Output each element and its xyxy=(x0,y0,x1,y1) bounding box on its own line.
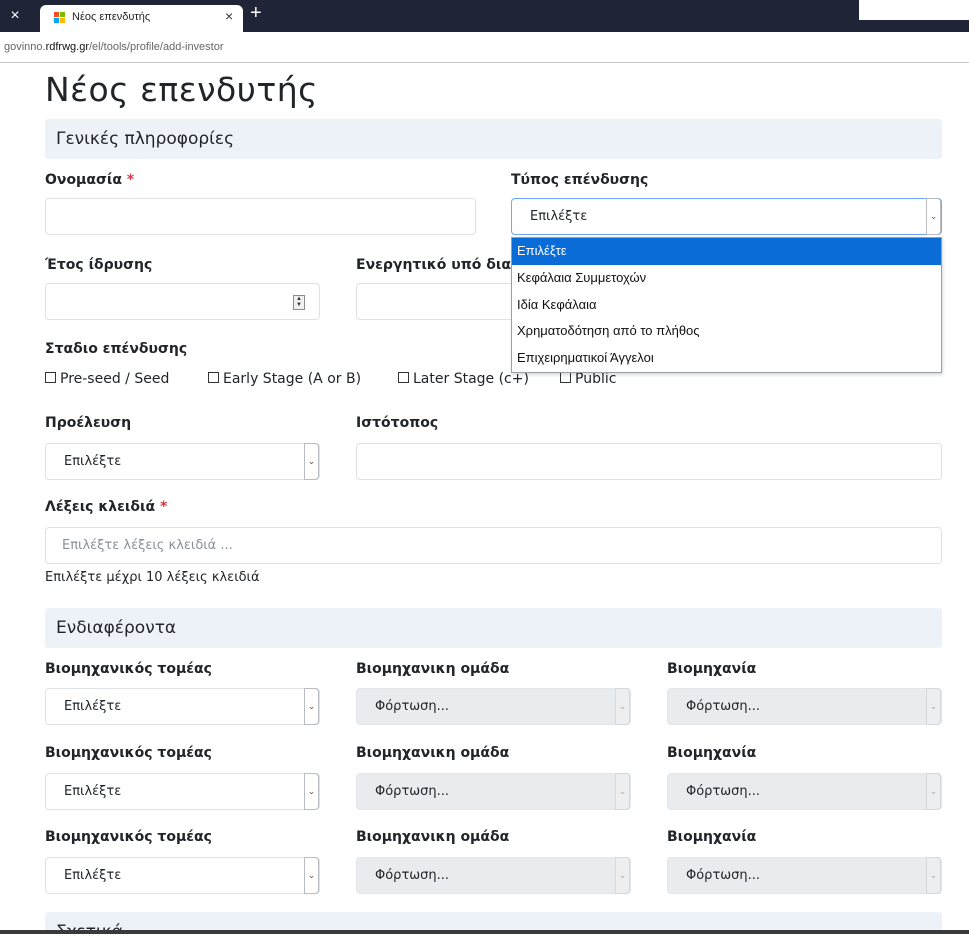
group-value: Φόρτωση... xyxy=(375,868,450,883)
group-label: Βιομηχανικη ομάδα xyxy=(356,829,510,845)
tab-title: Νέος επενδυτής xyxy=(72,11,151,23)
investment-type-value: Επιλέξτε xyxy=(530,209,588,224)
required-mark: * xyxy=(159,499,168,515)
group-label: Βιομηχανικη ομάδα xyxy=(356,661,510,677)
dropdown-option[interactable]: Χρηματοδότηση από το πλήθος xyxy=(512,318,941,345)
group-select[interactable]: Φόρτωση... ⌄ xyxy=(356,857,631,894)
website-label: Ιστότοπος xyxy=(356,415,439,431)
investment-type-select[interactable]: Επιλέξτε ⌄ xyxy=(511,198,942,235)
section-title: Ενδιαφέροντα xyxy=(56,618,177,638)
assets-input[interactable] xyxy=(356,283,516,320)
chevron-down-icon[interactable]: ⌄ xyxy=(304,857,319,894)
section-title: Γενικές πληροφορίες xyxy=(56,129,235,149)
industry-select[interactable]: Φόρτωση... ⌄ xyxy=(667,857,942,894)
keywords-label: Λέξεις κλειδιά * xyxy=(45,499,168,515)
assets-label: Ενεργητικό υπό διαχ xyxy=(356,257,520,273)
chevron-down-icon: ⌄ xyxy=(615,688,630,725)
stage-checkbox-public[interactable]: Public xyxy=(560,371,616,387)
origin-label: Προέλευση xyxy=(45,415,132,431)
stage-checkbox-later[interactable]: Later Stage (c+) xyxy=(398,371,529,387)
tab-close-icon[interactable]: × xyxy=(225,8,233,24)
address-bar[interactable]: govinno.rdfrwg.gr/el/tools/profile/add-i… xyxy=(0,32,969,63)
keywords-input[interactable]: Επιλέξτε λέξεις κλειδιά ... xyxy=(45,527,942,564)
chevron-down-icon[interactable]: ⌄ xyxy=(304,773,319,810)
industry-label: Βιομηχανία xyxy=(667,745,757,761)
industry-value: Φόρτωση... xyxy=(686,699,761,714)
chevron-down-icon: ⌄ xyxy=(615,857,630,894)
url-text[interactable]: govinno.rdfrwg.gr/el/tools/profile/add-i… xyxy=(4,41,224,53)
group-select[interactable]: Φόρτωση... ⌄ xyxy=(356,773,631,810)
stage-checkbox-early[interactable]: Early Stage (A or B) xyxy=(208,371,361,387)
group-value: Φόρτωση... xyxy=(375,699,450,714)
group-select[interactable]: Φόρτωση... ⌄ xyxy=(356,688,631,725)
keywords-placeholder: Επιλέξτε λέξεις κλειδιά ... xyxy=(62,538,233,553)
window-decoration xyxy=(859,0,969,20)
browser-tab-bar: × Νέος επενδυτής × + xyxy=(0,0,969,32)
site-favicon-icon xyxy=(54,12,66,24)
dropdown-option[interactable]: Επιχειρηματικοί Άγγελοι xyxy=(512,345,941,372)
sector-value: Επιλέξτε xyxy=(64,699,122,714)
section-general-info: Γενικές πληροφορίες xyxy=(45,119,942,159)
chevron-down-icon[interactable]: ⌄ xyxy=(304,688,319,725)
founding-year-input[interactable]: ▲ ▼ xyxy=(45,283,320,320)
industry-label: Βιομηχανία xyxy=(667,661,757,677)
group-value: Φόρτωση... xyxy=(375,784,450,799)
industry-select[interactable]: Φόρτωση... ⌄ xyxy=(667,773,942,810)
number-spinner-icon[interactable]: ▲ ▼ xyxy=(293,295,305,310)
sector-select[interactable]: Επιλέξτε ⌄ xyxy=(45,773,320,810)
checkbox-icon xyxy=(208,372,219,383)
sector-label: Βιομηχανικός τομέας xyxy=(45,829,212,845)
keywords-help-text: Επιλέξτε μέχρι 10 λέξεις κλειδιά xyxy=(45,570,260,585)
checkbox-icon xyxy=(560,372,571,383)
new-tab-button[interactable]: + xyxy=(250,2,262,25)
chevron-down-icon: ⌄ xyxy=(615,773,630,810)
stage-label: Σταδιο επένδυσης xyxy=(45,341,188,357)
investment-type-dropdown-list: Επιλέξτε Κεφάλαια Συμμετοχών Ιδία Κεφάλα… xyxy=(511,237,942,373)
checkbox-icon xyxy=(398,372,409,383)
investment-type-label: Τύπος επένδυσης xyxy=(511,172,649,188)
website-input[interactable] xyxy=(356,443,942,480)
name-input[interactable] xyxy=(45,198,476,235)
sector-select[interactable]: Επιλέξτε ⌄ xyxy=(45,688,320,725)
industry-value: Φόρτωση... xyxy=(686,868,761,883)
chevron-down-icon[interactable]: ⌄ xyxy=(304,443,319,480)
chevron-down-icon: ⌄ xyxy=(926,688,941,725)
chevron-down-icon[interactable]: ⌄ xyxy=(926,198,941,235)
industry-select[interactable]: Φόρτωση... ⌄ xyxy=(667,688,942,725)
industry-value: Φόρτωση... xyxy=(686,784,761,799)
dropdown-option[interactable]: Κεφάλαια Συμμετοχών xyxy=(512,265,941,292)
dropdown-option[interactable]: Ιδία Κεφάλαια xyxy=(512,292,941,319)
sector-label: Βιομηχανικός τομέας xyxy=(45,745,212,761)
page-title: Νέος επενδυτής xyxy=(45,70,318,109)
origin-select[interactable]: Επιλέξτε ⌄ xyxy=(45,443,320,480)
sector-label: Βιομηχανικός τομέας xyxy=(45,661,212,677)
browser-tab[interactable]: Νέος επενδυτής × xyxy=(40,5,243,32)
industry-label: Βιομηχανία xyxy=(667,829,757,845)
origin-value: Επιλέξτε xyxy=(64,454,122,469)
sector-value: Επιλέξτε xyxy=(64,868,122,883)
screen-edge xyxy=(0,930,969,934)
dropdown-option[interactable]: Επιλέξτε xyxy=(512,238,941,265)
name-label: Ονομασία * xyxy=(45,172,135,188)
stage-checkbox-pre-seed[interactable]: Pre-seed / Seed xyxy=(45,371,169,387)
section-interests: Ενδιαφέροντα xyxy=(45,608,942,648)
sector-select[interactable]: Επιλέξτε ⌄ xyxy=(45,857,320,894)
group-label: Βιομηχανικη ομάδα xyxy=(356,745,510,761)
sector-value: Επιλέξτε xyxy=(64,784,122,799)
close-tab-icon[interactable]: × xyxy=(0,0,30,32)
founding-year-label: Έτος ίδρυσης xyxy=(45,257,153,273)
checkbox-icon xyxy=(45,372,56,383)
required-mark: * xyxy=(126,172,135,188)
chevron-down-icon: ⌄ xyxy=(926,773,941,810)
chevron-down-icon: ⌄ xyxy=(926,857,941,894)
